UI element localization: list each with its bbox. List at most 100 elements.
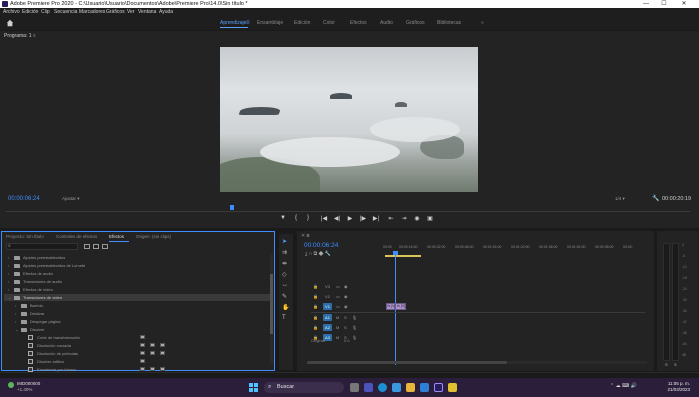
track-v2[interactable]: 🔒 V2 ▭ ◉ (311, 292, 381, 301)
workspace-tab-audio[interactable]: Audio (380, 16, 393, 30)
lift-button[interactable]: ⇤ (386, 215, 396, 222)
workspace-tab-graficos[interactable]: Gráficos (406, 16, 425, 30)
track-v1[interactable]: 🔒 V1 ▭ ◉ (311, 302, 381, 311)
effects-folder[interactable]: ⌄ Disolver (4, 326, 272, 333)
effects-search[interactable]: ⌕ (6, 243, 78, 250)
eye-icon[interactable]: ◉ (344, 282, 348, 291)
yuv-effects-icon[interactable] (102, 244, 108, 249)
solo-left-button[interactable]: S (665, 362, 668, 367)
eye-icon[interactable]: ◉ (344, 302, 348, 311)
task-view-icon[interactable] (350, 383, 359, 392)
add-marker-button[interactable]: ▼ (278, 215, 288, 221)
taskbar-search[interactable]: ⌕ Buscar (264, 382, 344, 393)
timeline-tab[interactable]: ✕ ≡ (301, 233, 310, 239)
program-timecode[interactable]: 00:00:06:24 (8, 196, 40, 202)
chevron-right-icon[interactable]: › (8, 262, 9, 269)
clock[interactable]: 11:05 p. m. 21/03/2023 (658, 381, 690, 393)
workspace-more-button[interactable]: » (481, 16, 484, 30)
solo-icon[interactable]: S (344, 323, 347, 332)
lock-icon[interactable]: 🔒 (313, 313, 318, 322)
razor-tool-icon[interactable]: ◇ (282, 271, 287, 278)
track-select-tool-icon[interactable]: ⇉ (282, 249, 287, 256)
effects-scrollbar[interactable] (270, 254, 273, 364)
mute-icon[interactable]: M (336, 323, 339, 332)
mark-in-button[interactable]: { (291, 215, 301, 221)
minimize-button[interactable]: — (638, 0, 654, 8)
workspace-tab-ensamblaje[interactable]: Ensamblaje (257, 16, 283, 30)
tab-effect-controls[interactable]: Controles de efectos (56, 234, 97, 239)
teams-icon[interactable] (364, 383, 373, 392)
effects-folder[interactable]: › Deslizar (4, 310, 272, 317)
track-v3[interactable]: 🔒 V3 ▭ ◉ (311, 282, 381, 291)
close-button[interactable]: ✕ (676, 0, 692, 8)
effects-folder[interactable]: › Barrido (4, 302, 272, 309)
program-playhead[interactable] (230, 205, 234, 210)
wrench-icon[interactable]: 🔧 (652, 195, 659, 202)
lock-icon[interactable]: 🔒 (313, 282, 318, 291)
sync-icon[interactable]: ▭ (336, 292, 340, 301)
timeline-ruler[interactable]: 00:00 00:00:16:00 00:00:32:00 00:00:48:0… (383, 245, 645, 255)
accelerated-effects-icon[interactable] (84, 244, 90, 249)
tab-effects[interactable]: Efectos (109, 234, 124, 239)
export-frame-button[interactable]: ◉ (412, 215, 422, 222)
edge-icon[interactable] (378, 383, 387, 392)
timeline-timecode[interactable]: 00:00:06:24 (304, 242, 338, 249)
effect-item[interactable]: Corte de transformación (4, 334, 272, 341)
32bit-effects-icon[interactable] (93, 244, 99, 249)
type-tool-icon[interactable]: T (282, 315, 286, 321)
chevron-right-icon[interactable]: › (15, 310, 16, 317)
sync-icon[interactable]: ▭ (336, 302, 340, 311)
chevron-right-icon[interactable]: › (8, 270, 9, 277)
file-explorer-icon[interactable] (406, 383, 415, 392)
lock-icon[interactable]: 🔒 (313, 292, 318, 301)
step-back-button[interactable]: ◀| (332, 215, 342, 222)
maximize-button[interactable]: ☐ (656, 0, 672, 8)
system-tray[interactable]: ⌃ ☁ ⌨ 🔊 (610, 383, 637, 389)
step-forward-button[interactable]: |▶ (358, 215, 368, 222)
menu-edicion[interactable]: Edición (22, 8, 38, 16)
effects-folder[interactable]: › Ajustes preestablecidos (4, 254, 272, 261)
solo-icon[interactable]: S (344, 313, 347, 322)
video-clip[interactable]: fx [V] (395, 303, 406, 310)
effects-folder[interactable]: › Efectos de audio (4, 270, 272, 277)
lock-icon[interactable]: 🔒 (313, 302, 318, 311)
program-monitor-tab[interactable]: Programa: 1 ≡ (4, 33, 36, 39)
effect-item[interactable]: Disolución de películas (4, 350, 272, 357)
zoom-fit-select[interactable]: Ajustar ▾ (62, 196, 80, 202)
extract-button[interactable]: ⇥ (399, 215, 409, 222)
menu-ayuda[interactable]: Ayuda (159, 8, 173, 16)
timeline-tool-icons[interactable]: ⤓ ∩ ⧉ ◆ 🔧 (305, 251, 331, 257)
menu-archivo[interactable]: Archivo (3, 8, 20, 16)
work-area-bar[interactable] (385, 255, 421, 257)
chevron-down-icon[interactable]: ⌄ (15, 326, 18, 333)
video-preview[interactable] (220, 47, 478, 192)
chevron-right-icon[interactable]: › (8, 254, 9, 261)
mail-icon[interactable] (420, 383, 429, 392)
sync-icon[interactable]: ▭ (336, 282, 340, 291)
menu-ver[interactable]: Ver (127, 8, 135, 16)
sticky-notes-icon[interactable] (448, 383, 457, 392)
video-clip[interactable]: fx [V] (385, 303, 396, 310)
master-track[interactable]: Original 0.0 (311, 338, 349, 343)
premiere-pro-icon[interactable] (434, 383, 443, 392)
effects-folder[interactable]: ⌄ Transiciones de vídeo (4, 294, 272, 301)
playback-resolution-select[interactable]: 1/4 ▾ (615, 196, 625, 202)
effect-item[interactable]: Disolver aditivo (4, 358, 272, 365)
menu-secuencia[interactable]: Secuencia (54, 8, 77, 16)
hand-tool-icon[interactable]: ✋ (282, 304, 289, 311)
menu-marcadores[interactable]: Marcadores (79, 8, 105, 16)
chevron-down-icon[interactable]: ⌄ (8, 294, 11, 301)
track-a2[interactable]: 🔒 A2 M S 🎙 (311, 323, 381, 332)
menu-graficos[interactable]: Gráficos (106, 8, 125, 16)
ripple-edit-tool-icon[interactable]: ⇹ (282, 260, 287, 267)
effect-item[interactable]: Disolución cruzada (4, 342, 272, 349)
effects-folder[interactable]: › Transiciones de audio (4, 278, 272, 285)
effects-folder[interactable]: › Despegar página (4, 318, 272, 325)
workspace-tab-efectos[interactable]: Efectos (350, 16, 367, 30)
voiceover-icon[interactable]: 🎙 (352, 333, 357, 342)
go-to-in-button[interactable]: |◀ (319, 215, 329, 222)
workspace-tab-edicion[interactable]: Edición (294, 16, 310, 30)
chevron-right-icon[interactable]: › (15, 318, 16, 325)
compare-view-button[interactable]: ▣ (425, 215, 435, 222)
voiceover-icon[interactable]: 🎙 (352, 313, 357, 322)
